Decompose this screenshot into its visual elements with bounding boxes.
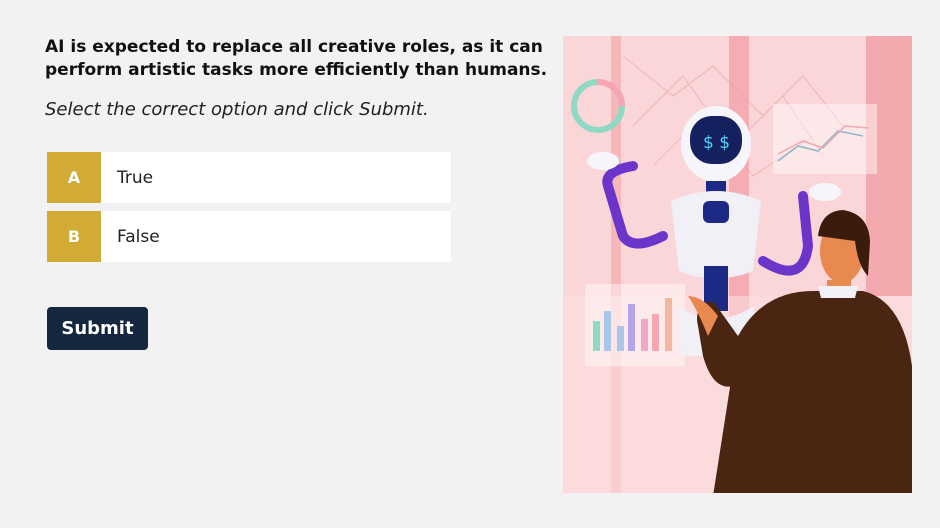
robot-illustration: $ $ <box>563 36 912 493</box>
bar-5 <box>641 319 648 351</box>
option-b-label: False <box>117 226 160 247</box>
submit-button[interactable]: Submit <box>47 307 148 350</box>
bar-6 <box>652 314 659 351</box>
option-a[interactable]: A True <box>47 152 451 203</box>
bar-7 <box>665 298 672 351</box>
instruction-text: Select the correct option and click Subm… <box>45 99 429 120</box>
bar-4 <box>628 304 635 351</box>
option-a-letter: A <box>47 152 101 203</box>
question-text: AI is expected to replace all creative r… <box>45 37 548 80</box>
option-a-label: True <box>117 167 154 188</box>
option-b[interactable]: B False <box>47 211 451 262</box>
bar-3 <box>617 326 624 351</box>
line-chart-panel <box>773 104 877 174</box>
robot-illustration-svg: $ $ <box>563 36 912 493</box>
bar-2 <box>604 311 611 351</box>
bar-1 <box>593 321 600 351</box>
option-b-letter: B <box>47 211 101 262</box>
bg-band-2 <box>729 36 749 336</box>
svg-text:$ $: $ $ <box>703 133 730 153</box>
